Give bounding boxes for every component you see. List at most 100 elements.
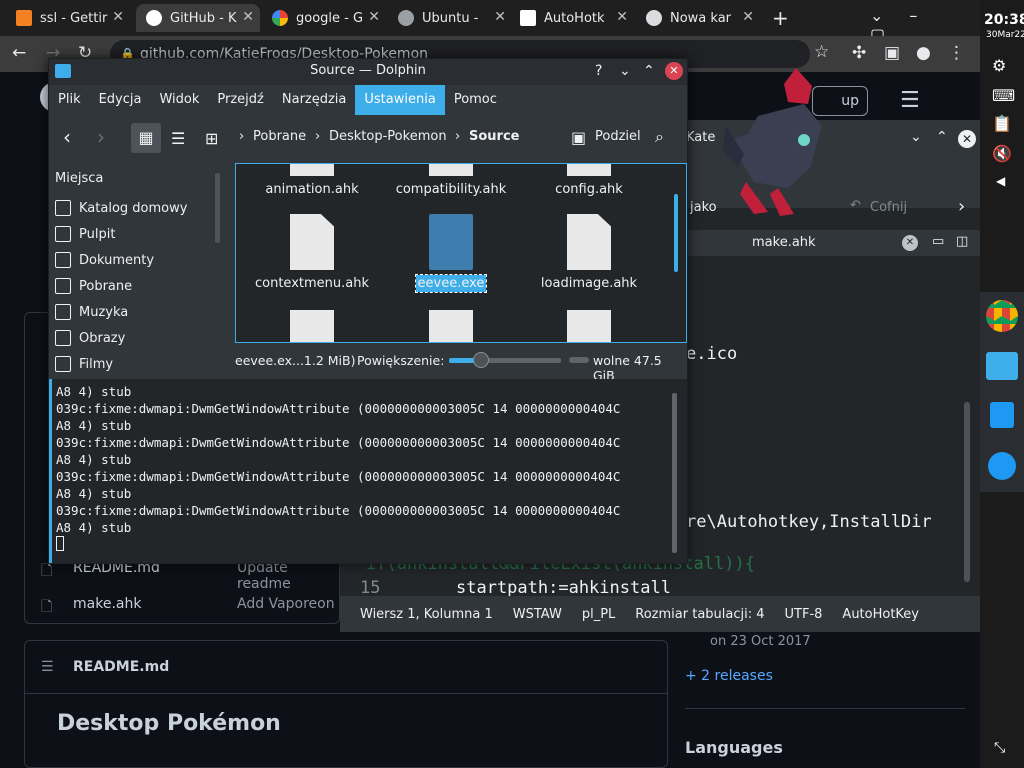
expand-tray-icon[interactable]: ◀ <box>996 174 1005 188</box>
clipboard-icon[interactable]: 📋 <box>992 114 1012 133</box>
place-desktop[interactable]: Pulpit <box>55 221 115 247</box>
save-as-button[interactable]: jako <box>690 200 717 215</box>
chevron-down-icon[interactable]: ⌄ <box>910 129 922 145</box>
forward-icon[interactable]: › <box>97 125 105 149</box>
scrollbar[interactable] <box>964 402 970 582</box>
menu-narzedzia[interactable]: Narzędzia <box>273 85 356 115</box>
kde-connect-icon[interactable]: ⚙ <box>992 56 1006 75</box>
chevron-up-icon[interactable]: ⌃ <box>936 129 948 145</box>
hamburger-menu-icon[interactable]: ☰ <box>900 88 920 113</box>
file-compatibility[interactable]: compatibility.ahk <box>381 182 521 197</box>
browser-tab[interactable]: ssl - Gettir ✕ <box>6 4 130 32</box>
split-icon[interactable]: ▣ <box>571 128 586 147</box>
place-videos[interactable]: Filmy <box>55 351 113 377</box>
file-eevee-exe[interactable]: eevee.exe <box>381 214 521 293</box>
close-icon[interactable]: ✕ <box>368 9 380 25</box>
menu-widok[interactable]: Widok <box>150 85 208 115</box>
profile-icon[interactable]: ● <box>916 43 931 63</box>
undo-button[interactable]: Cofnij <box>870 200 907 215</box>
close-icon[interactable]: ✕ <box>616 9 628 25</box>
breadcrumb-source[interactable]: Source <box>469 129 519 144</box>
breadcrumb-desktop-pokemon[interactable]: Desktop-Pokemon <box>329 129 447 144</box>
back-arrow-icon[interactable]: ← <box>12 43 26 63</box>
place-music[interactable]: Muzyka <box>55 299 128 325</box>
place-downloads[interactable]: Pobrane <box>55 273 132 299</box>
browser-tab[interactable]: google - G ✕ <box>262 4 386 32</box>
close-icon[interactable]: ✕ <box>665 62 683 80</box>
terminal-scrollbar[interactable] <box>672 393 677 553</box>
kdeconnect-app-icon[interactable] <box>988 452 1016 480</box>
place-pictures[interactable]: Obrazy <box>55 325 125 351</box>
chevron-right-icon[interactable]: › <box>958 196 965 217</box>
new-doc-icon[interactable]: ▭ <box>932 234 944 249</box>
place-documents[interactable]: Dokumenty <box>55 247 154 273</box>
breadcrumb-pobrane[interactable]: Pobrane <box>253 129 306 144</box>
commit-message[interactable]: Add Vaporeon <box>237 596 335 612</box>
browser-tab[interactable]: Nowa kar ✕ <box>636 4 760 32</box>
search-icon[interactable]: ⌕ <box>655 127 664 147</box>
maximize-icon[interactable]: ⌃ <box>643 59 655 83</box>
discover-app-icon[interactable] <box>990 402 1014 428</box>
new-tab-button[interactable]: + <box>772 6 789 30</box>
back-icon[interactable]: ‹ <box>63 125 71 149</box>
extensions-icon[interactable]: ✣ <box>852 43 866 63</box>
dolphin-app-icon[interactable] <box>986 352 1018 380</box>
clock-time[interactable]: 20:38 <box>984 12 1024 28</box>
split-view-icon[interactable]: ◫ <box>956 234 968 249</box>
tab-size-selector[interactable]: Rozmiar tabulacji: 4 <box>635 607 764 622</box>
menu-dots-icon[interactable]: ⋮ <box>948 43 965 63</box>
language-selector[interactable]: pl_PL <box>582 607 615 622</box>
releases-link[interactable]: + 2 releases <box>685 668 773 684</box>
close-icon[interactable]: ✕ <box>112 9 124 25</box>
keyboard-icon[interactable]: ⌨ <box>992 86 1015 105</box>
split-button[interactable]: Podziel <box>595 129 641 144</box>
close-icon[interactable]: ✕ <box>242 9 254 25</box>
details-view-icon[interactable]: ☰ <box>171 129 185 148</box>
system-panel: 20:38 30Mar22 ⚙ ⌨ 📋 🔇 ◀ ⤡ <box>980 0 1024 768</box>
close-tab-icon[interactable]: ✕ <box>902 235 918 251</box>
divider <box>25 693 667 694</box>
document-icon <box>429 310 473 342</box>
file-animation[interactable]: animation.ahk <box>242 182 382 197</box>
sidepanel-icon[interactable]: ▣ <box>884 43 900 63</box>
encoding-selector[interactable]: UTF-8 <box>785 607 823 622</box>
place-home[interactable]: Katalog domowy <box>55 195 187 221</box>
close-icon[interactable]: ✕ <box>742 9 754 25</box>
tree-view-icon[interactable]: ⊞ <box>205 129 218 148</box>
cursor-position[interactable]: Wiersz 1, Kolumna 1 <box>360 607 493 622</box>
terminal-panel[interactable]: A8 4) stub 039c:fixme:dwmapi:DwmGetWindo… <box>49 379 687 563</box>
zoom-slider[interactable] <box>449 352 561 368</box>
browser-tab[interactable]: AutoHotk ✕ <box>510 4 634 32</box>
volume-muted-icon[interactable]: 🔇 <box>992 144 1012 163</box>
undo-icon[interactable]: ↶ <box>850 198 861 213</box>
places-scrollbar[interactable] <box>215 173 220 243</box>
close-icon[interactable]: ✕ <box>958 130 976 148</box>
tab-make-ahk[interactable]: make.ahk <box>752 235 816 250</box>
browser-tab-active[interactable]: GitHub - K ✕ <box>136 4 260 32</box>
help-icon[interactable]: ? <box>595 59 602 83</box>
icons-view-icon[interactable]: ▦ <box>131 123 161 153</box>
commit-message[interactable]: Update readme <box>237 560 339 592</box>
menu-przejdz[interactable]: Przejdź <box>208 85 272 115</box>
input-mode[interactable]: WSTAW <box>513 607 562 622</box>
places-panel: Miejsca Katalog domowy Pulpit Dokumenty … <box>49 163 220 377</box>
minimize-icon[interactable]: ⌄ <box>619 59 631 83</box>
chrome-app-icon[interactable] <box>986 300 1018 332</box>
resize-icon[interactable]: ⤡ <box>994 740 1005 756</box>
menu-plik[interactable]: Plik <box>49 85 90 115</box>
menu-pomoc[interactable]: Pomoc <box>445 85 506 115</box>
file-config[interactable]: config.ahk <box>519 182 659 197</box>
star-icon[interactable]: ☆ <box>814 42 829 62</box>
close-icon[interactable]: ✕ <box>494 9 506 25</box>
file-name[interactable]: make.ahk <box>73 596 141 612</box>
zoom-slider-handle[interactable] <box>473 352 489 368</box>
view-scrollbar[interactable] <box>674 194 678 272</box>
file-contextmenu[interactable]: contextmenu.ahk <box>242 214 382 291</box>
menu-ustawienia[interactable]: Ustawienia <box>355 85 445 115</box>
tab-label: AutoHotk <box>544 10 605 26</box>
file-loadimage[interactable]: loadimage.ahk <box>519 214 659 291</box>
menu-edycja[interactable]: Edycja <box>90 85 151 115</box>
syntax-selector[interactable]: AutoHotKey <box>842 607 919 622</box>
browser-tab[interactable]: Ubuntu - ✕ <box>388 4 512 32</box>
file-icon: 🗋 <box>41 599 53 615</box>
